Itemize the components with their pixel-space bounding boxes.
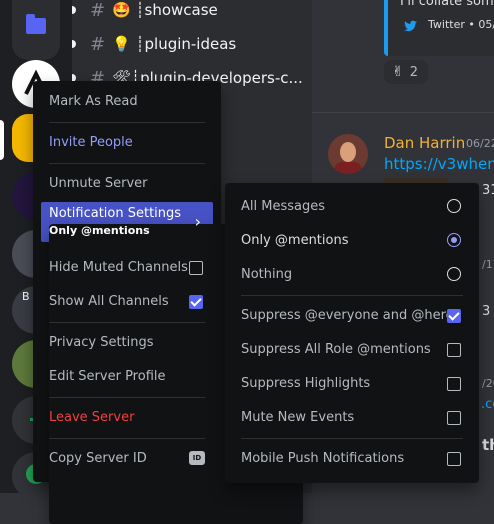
embed-text: I'll collate some (400, 0, 494, 9)
menu-item-label: Leave Server (49, 410, 135, 425)
menu-separator (241, 295, 463, 296)
chat-fragment: .co (481, 397, 494, 412)
hash-icon: # (90, 0, 106, 21)
radio-button[interactable] (447, 233, 461, 247)
notification-settings-item[interactable]: Notification Settings Only @mentions › (41, 202, 303, 524)
radio-button[interactable] (447, 199, 461, 213)
menu-item-label: Hide Muted Channels (49, 260, 188, 275)
leave-server-item[interactable]: Leave Server (41, 402, 213, 434)
checkbox[interactable] (189, 295, 203, 309)
menu-item-label: Suppress @everyone and @here (241, 308, 454, 323)
channel-showcase[interactable]: # 🤩 ┊showcase (72, 0, 312, 24)
twitter-icon (404, 20, 417, 32)
folder-icon (26, 14, 46, 34)
checkbox[interactable] (447, 309, 461, 323)
unread-indicator (72, 6, 76, 14)
privacy-settings-item[interactable]: Privacy Settings (41, 327, 213, 359)
message-link[interactable]: https://v3when. (384, 155, 494, 173)
menu-item-label: Notification Settings (49, 206, 182, 221)
mute-new-events-option[interactable]: Mute New Events (233, 402, 471, 434)
unread-indicator (72, 40, 76, 48)
server-letter: B (22, 290, 30, 303)
menu-item-label: Unmute Server (49, 176, 148, 191)
active-server-pill (0, 120, 4, 160)
mobile-push-option[interactable]: Mobile Push Notifications (233, 443, 471, 475)
embed-footer: Twitter • 05/ (428, 18, 494, 31)
all-messages-option[interactable]: All Messages (233, 191, 471, 223)
nothing-option[interactable]: Nothing (233, 259, 471, 291)
checkbox[interactable] (447, 411, 461, 425)
channel-label: 💡 ┊plugin-ideas (112, 35, 237, 53)
menu-item-label: Mark As Read (49, 94, 138, 109)
menu-separator (49, 322, 205, 323)
chevron-right-icon: › (194, 212, 201, 231)
menu-item-label: Privacy Settings (49, 335, 154, 350)
invite-people-item[interactable]: Invite People (41, 127, 213, 159)
menu-item-label: Mobile Push Notifications (241, 451, 405, 466)
menu-separator (49, 438, 205, 439)
chat-fragment: /17 (482, 258, 494, 271)
server-context-menu: Mark As Read Invite People Unmute Server… (33, 81, 303, 524)
menu-item-label: Mute New Events (241, 410, 355, 425)
avatar[interactable] (328, 134, 368, 174)
hash-icon: # (90, 33, 106, 55)
mark-as-read-item[interactable]: Mark As Read (41, 86, 213, 118)
notification-submenu: All Messages Only @mentions Nothing Supp… (225, 183, 479, 483)
chat-fragment: /20 (482, 377, 494, 390)
menu-item-label: Invite People (49, 135, 133, 150)
edit-server-profile-item[interactable]: Edit Server Profile (41, 361, 213, 393)
channel-plugin-ideas[interactable]: # 💡 ┊plugin-ideas (72, 30, 312, 58)
suppress-roles-option[interactable]: Suppress All Role @mentions (233, 334, 471, 366)
menu-separator (241, 438, 463, 439)
menu-item-label: Copy Server ID (49, 451, 147, 466)
menu-item-label: Suppress All Role @mentions (241, 342, 431, 357)
radio-button[interactable] (447, 267, 461, 281)
id-icon: ID (189, 451, 205, 465)
chat-fragment: 3 (482, 304, 491, 319)
server-folder[interactable] (12, 0, 60, 60)
menu-item-label: All Messages (241, 199, 325, 214)
reaction-pill[interactable]: ✌ 2 (384, 60, 428, 84)
message-timestamp: 06/22 (466, 137, 494, 150)
message-author[interactable]: Dan Harrin (384, 134, 465, 152)
checkbox[interactable] (447, 377, 461, 391)
message-divider (312, 112, 494, 113)
channel-label: 🤩 ┊showcase (112, 1, 218, 19)
checkbox[interactable] (447, 452, 461, 466)
menu-item-label: Only @mentions (241, 233, 349, 248)
chat-fragment: th (482, 436, 494, 454)
menu-separator (49, 163, 205, 164)
unmute-server-item[interactable]: Unmute Server (41, 168, 213, 200)
show-all-channels-item[interactable]: Show All Channels (41, 286, 213, 318)
reaction-count: 2 (409, 64, 419, 80)
reaction-emoji: ✌ (392, 64, 404, 80)
chat-fragment: 31 (482, 183, 494, 198)
checkbox[interactable] (447, 343, 461, 357)
copy-server-id-item[interactable]: Copy Server ID ID (41, 443, 213, 475)
hide-muted-channels-item[interactable]: Hide Muted Channels (41, 252, 213, 284)
suppress-everyone-option[interactable]: Suppress @everyone and @here (233, 300, 471, 332)
menu-item-label: Edit Server Profile (49, 369, 166, 384)
menu-separator (49, 397, 205, 398)
avatar-face (340, 142, 356, 162)
suppress-highlights-option[interactable]: Suppress Highlights (233, 368, 471, 400)
menu-item-label: Nothing (241, 267, 293, 282)
only-mentions-option[interactable]: Only @mentions (233, 225, 471, 257)
avatar-shirt (334, 162, 362, 174)
checkbox[interactable] (189, 261, 203, 275)
menu-item-label: Show All Channels (49, 294, 169, 309)
menu-item-label: Suppress Highlights (241, 376, 371, 391)
embed-quote: I'll collate some Twitter • 05/ (384, 0, 494, 56)
menu-separator (49, 122, 205, 123)
